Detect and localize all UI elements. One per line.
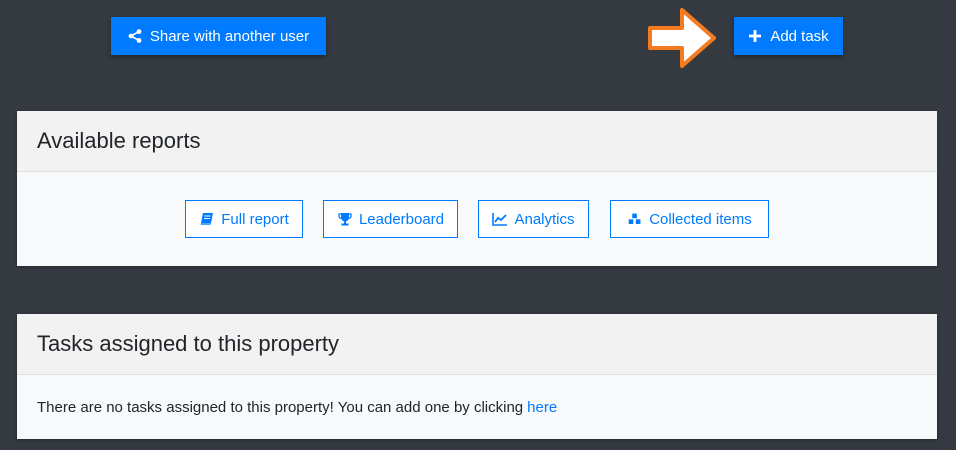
collected-items-button[interactable]: Collected items — [610, 200, 769, 238]
tasks-empty-text: There are no tasks assigned to this prop… — [37, 398, 524, 416]
plus-icon — [748, 29, 762, 43]
full-report-label: Full report — [221, 210, 289, 228]
assigned-tasks-card: Tasks assigned to this property There ar… — [17, 314, 937, 439]
report-buttons-group: Full report Leaderboard Analytics Collec… — [17, 200, 937, 238]
add-task-link[interactable]: here — [527, 399, 557, 416]
available-reports-card: Available reports Full report Leaderboar… — [17, 111, 937, 266]
add-task-label: Add task — [770, 27, 829, 45]
book-icon — [199, 212, 215, 226]
cubes-icon — [627, 212, 643, 226]
analytics-label: Analytics — [514, 210, 575, 228]
leaderboard-label: Leaderboard — [358, 210, 445, 228]
line-chart-icon — [492, 212, 508, 226]
share-icon — [128, 29, 142, 43]
share-with-user-button[interactable]: Share with another user — [111, 17, 326, 55]
leaderboard-button[interactable]: Leaderboard — [323, 200, 458, 238]
full-report-button[interactable]: Full report — [185, 200, 303, 238]
share-button-label: Share with another user — [149, 27, 310, 45]
analytics-button[interactable]: Analytics — [478, 200, 589, 238]
add-task-button[interactable]: Add task — [734, 17, 843, 55]
trophy-icon — [337, 212, 353, 226]
tasks-card-title: Tasks assigned to this property — [17, 314, 937, 375]
arrow-right-icon — [648, 8, 716, 68]
reports-card-title: Available reports — [17, 111, 937, 172]
tasks-empty-message: There are no tasks assigned to this prop… — [37, 375, 917, 439]
collected-items-label: Collected items — [649, 210, 752, 228]
